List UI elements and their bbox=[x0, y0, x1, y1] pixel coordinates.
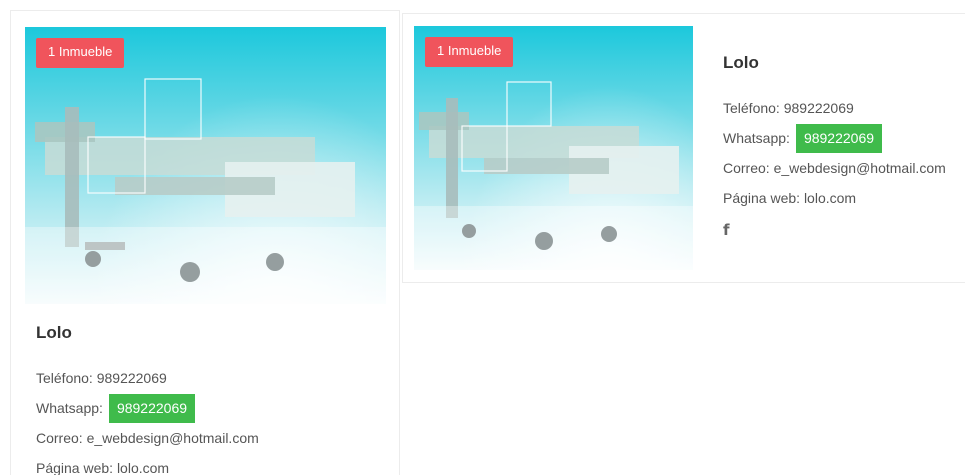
agent-name[interactable]: Lolo bbox=[36, 323, 386, 343]
website-line: Página web: lolo.com bbox=[723, 190, 857, 206]
property-count-badge: 1 Inmueble bbox=[425, 37, 514, 67]
whatsapp-line: Whatsapp: 989222069 bbox=[36, 393, 386, 423]
email-line: Correo: e_webdesign@hotmail.com bbox=[36, 430, 259, 446]
whatsapp-button[interactable]: 989222069 bbox=[108, 393, 196, 423]
facebook-icon[interactable]: f bbox=[723, 221, 730, 239]
hospital-bed-image bbox=[25, 78, 386, 304]
page: 1 Inmueble Lolo Teléfono: 989222069 What… bbox=[0, 0, 965, 475]
whatsapp-label: Whatsapp: bbox=[36, 400, 103, 416]
phone-line: Teléfono: 989222069 bbox=[36, 370, 167, 386]
agent-info: Lolo Teléfono: 989222069 Whatsapp: 98922… bbox=[723, 53, 965, 239]
agent-name[interactable]: Lolo bbox=[723, 53, 965, 73]
agent-card-vertical[interactable]: 1 Inmueble Lolo Teléfono: 989222069 What… bbox=[10, 10, 400, 475]
agent-info: Lolo Teléfono: 989222069 Whatsapp: 98922… bbox=[36, 323, 386, 475]
whatsapp-button[interactable]: 989222069 bbox=[795, 123, 883, 153]
agent-card-horizontal[interactable]: 1 Inmueble Lolo Teléfono: 989222069 What… bbox=[402, 13, 965, 283]
agent-photo[interactable]: 1 Inmueble bbox=[414, 26, 693, 270]
website-line: Página web: lolo.com bbox=[36, 460, 170, 475]
property-count-badge: 1 Inmueble bbox=[36, 38, 125, 68]
whatsapp-line: Whatsapp: 989222069 bbox=[723, 123, 965, 153]
email-line: Correo: e_webdesign@hotmail.com bbox=[723, 160, 946, 176]
agent-photo[interactable]: 1 Inmueble bbox=[25, 27, 386, 304]
whatsapp-label: Whatsapp: bbox=[723, 130, 790, 146]
phone-line: Teléfono: 989222069 bbox=[723, 100, 854, 116]
